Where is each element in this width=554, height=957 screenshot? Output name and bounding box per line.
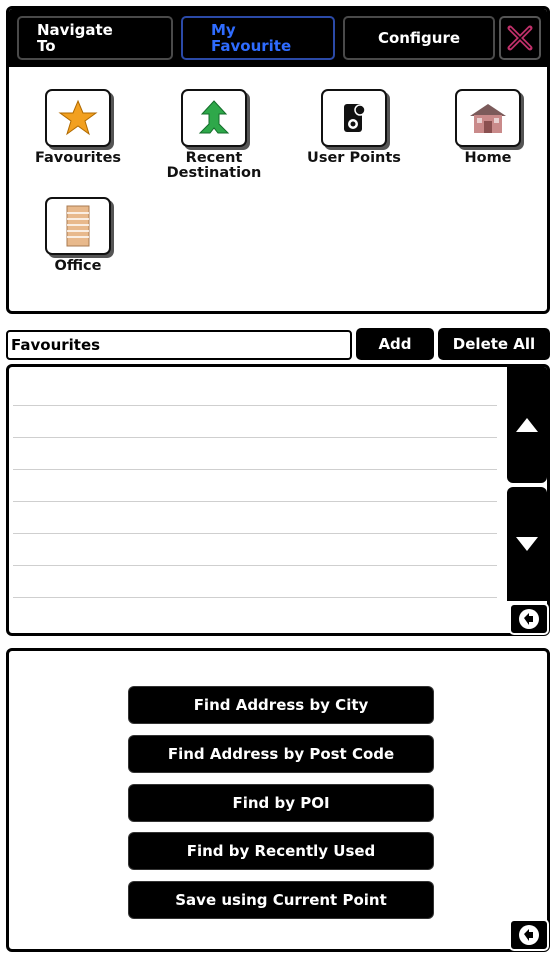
- home-icon: [455, 89, 521, 147]
- list-item[interactable]: [13, 565, 497, 566]
- add-button[interactable]: Add: [356, 328, 434, 360]
- close-button[interactable]: [499, 16, 541, 60]
- scroll-down-button[interactable]: [507, 487, 547, 601]
- triangle-down-icon: [516, 537, 538, 551]
- back-arrow-icon: [519, 609, 539, 629]
- triangle-up-icon: [516, 418, 538, 432]
- tab-bar: Navigate To My Favourite Configure: [9, 9, 547, 67]
- save-using-current-point-button[interactable]: Save using Current Point: [129, 882, 433, 918]
- favourites-item[interactable]: Favourites: [23, 89, 133, 166]
- find-address-by-city-button[interactable]: Find Address by City: [129, 687, 433, 723]
- close-icon: [507, 25, 533, 51]
- search-options-panel: Find Address by City Find Address by Pos…: [6, 648, 550, 952]
- favourites-field[interactable]: Favourites: [6, 330, 352, 360]
- home-label: Home: [464, 150, 512, 166]
- list-item[interactable]: [13, 405, 497, 406]
- list-item[interactable]: [13, 533, 497, 534]
- recent-destination-item[interactable]: Recent Destination: [159, 89, 269, 181]
- tab-my-favourite[interactable]: My Favourite: [181, 16, 335, 60]
- office-icon: [45, 197, 111, 255]
- find-address-by-post-code-button[interactable]: Find Address by Post Code: [129, 736, 433, 772]
- tab-navigate-to[interactable]: Navigate To: [17, 16, 173, 60]
- office-label: Office: [54, 258, 102, 274]
- user-points-icon: [321, 89, 387, 147]
- find-by-poi-button[interactable]: Find by POI: [129, 785, 433, 821]
- back-arrow-icon: [519, 925, 539, 945]
- star-icon: [45, 89, 111, 147]
- office-item[interactable]: Office: [23, 197, 133, 274]
- scroll-up-button[interactable]: [507, 367, 547, 483]
- list-item[interactable]: [13, 597, 497, 598]
- recent-destination-label: Recent Destination: [166, 150, 262, 181]
- list-item[interactable]: [13, 469, 497, 470]
- user-points-item[interactable]: User Points: [299, 89, 409, 166]
- delete-all-button[interactable]: Delete All: [438, 328, 550, 360]
- find-by-recently-used-button[interactable]: Find by Recently Used: [129, 833, 433, 869]
- favourites-label: Favourites: [34, 150, 122, 166]
- recent-destination-icon: [181, 89, 247, 147]
- user-points-label: User Points: [307, 150, 401, 166]
- tab-configure[interactable]: Configure: [343, 16, 495, 60]
- list-item[interactable]: [13, 501, 497, 502]
- back-button-bottom[interactable]: [509, 919, 549, 951]
- home-item[interactable]: Home: [433, 89, 543, 166]
- back-button[interactable]: [509, 603, 549, 635]
- favourites-list: [6, 364, 550, 636]
- list-item[interactable]: [13, 437, 497, 438]
- top-panel: Navigate To My Favourite Configure Favou…: [6, 6, 550, 314]
